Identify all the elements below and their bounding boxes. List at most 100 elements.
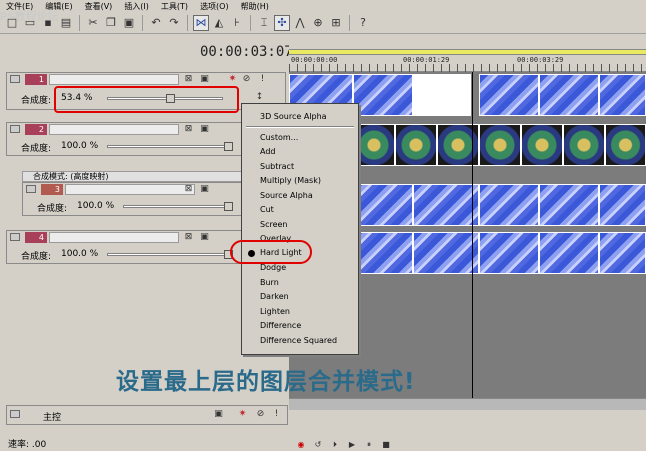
menu-item-burn[interactable]: Burn (260, 278, 279, 287)
copy-icon[interactable]: ❐ (103, 15, 119, 31)
compositing-icon[interactable]: ⊠ (183, 184, 194, 195)
menu-item-3d-source-alpha[interactable]: 3D Source Alpha (260, 112, 327, 121)
video-clip[interactable] (539, 232, 599, 274)
opacity-slider[interactable] (107, 142, 233, 151)
trim-icon[interactable]: ⌶ (256, 15, 272, 31)
video-clip[interactable] (413, 232, 479, 274)
record-icon[interactable]: ◉ (295, 440, 307, 450)
save-icon[interactable]: ▪ (40, 15, 56, 31)
menu-item-cut[interactable]: Cut (260, 205, 274, 214)
auto-ripple-icon[interactable]: ⊦ (229, 15, 245, 31)
track-grip-icon[interactable] (10, 233, 20, 241)
expand-icon[interactable]: ↕ (254, 92, 265, 103)
video-clip[interactable] (413, 74, 471, 116)
menu-item-dodge[interactable]: Dodge (260, 263, 286, 272)
video-clip[interactable] (353, 232, 413, 274)
opacity-slider[interactable] (107, 250, 233, 259)
track-grip-icon[interactable] (26, 185, 36, 193)
video-clip[interactable] (413, 184, 479, 226)
menu-item-darken[interactable]: Darken (260, 292, 289, 301)
menu-insert[interactable]: 插入(I) (124, 1, 149, 12)
solo-icon[interactable]: ! (257, 74, 268, 85)
video-clip[interactable] (353, 124, 395, 166)
video-clip[interactable] (605, 124, 646, 166)
play-from-start-icon[interactable]: ⏵ (329, 440, 341, 450)
scrub-icon[interactable]: ⊞ (328, 15, 344, 31)
marker-icon[interactable]: ◭ (211, 15, 227, 31)
compositing-icon[interactable]: ⊠ (183, 74, 194, 85)
video-clip[interactable] (599, 232, 646, 274)
solo-icon[interactable]: ! (271, 409, 282, 420)
snap-icon[interactable]: ⋈ (193, 14, 209, 31)
select-icon[interactable]: ✣ (274, 14, 290, 31)
gear-icon[interactable]: ✷ (227, 74, 238, 85)
track-name-field[interactable] (49, 232, 179, 243)
menu-item-source-alpha[interactable]: Source Alpha (260, 191, 313, 200)
cut-icon[interactable]: ✂ (85, 15, 101, 31)
video-clip[interactable] (563, 124, 605, 166)
mute-icon[interactable]: ⊘ (255, 409, 266, 420)
properties-icon[interactable]: ▤ (58, 15, 74, 31)
video-clip[interactable] (395, 124, 437, 166)
video-clip[interactable] (539, 184, 599, 226)
video-clip[interactable] (539, 74, 599, 116)
paste-icon[interactable]: ▣ (121, 15, 137, 31)
compositing-icon[interactable]: ⊠ (183, 124, 194, 135)
fx-icon[interactable]: ▣ (213, 409, 224, 420)
play-icon[interactable]: ▶ (346, 440, 358, 450)
menu-item-difference[interactable]: Difference (260, 321, 301, 330)
loop-icon[interactable]: ↺ (312, 440, 324, 450)
rate-control[interactable]: 速率: .00 (8, 437, 46, 450)
fx-icon[interactable]: ▣ (199, 232, 210, 243)
video-clip[interactable] (599, 184, 646, 226)
menu-tools[interactable]: 工具(T) (161, 1, 188, 12)
track-name-field[interactable] (65, 184, 195, 195)
video-clip[interactable] (479, 184, 539, 226)
menu-item-lighten[interactable]: Lighten (260, 307, 290, 316)
marker-bar[interactable] (289, 49, 646, 55)
video-clip[interactable] (353, 74, 413, 116)
menu-item-add[interactable]: Add (260, 147, 276, 156)
menu-item-difference-squared[interactable]: Difference Squared (260, 336, 337, 345)
menu-item-multiply[interactable]: Multiply (Mask) (260, 176, 321, 185)
compositing-icon[interactable]: ⊠ (183, 232, 194, 243)
opacity-slider[interactable] (123, 202, 233, 211)
timeline-scrollbar[interactable] (289, 398, 646, 410)
opacity-slider-thumb[interactable] (224, 142, 233, 151)
menu-view[interactable]: 查看(V) (85, 1, 113, 12)
envelope-icon[interactable]: ⋀ (292, 15, 308, 31)
stop-icon[interactable]: ■ (380, 440, 392, 450)
gear-icon[interactable]: ✷ (237, 409, 248, 420)
video-clip[interactable] (479, 74, 539, 116)
track-name-field[interactable] (49, 124, 179, 135)
timeline-ruler[interactable]: 00:00:00:00 00:00:01:29 00:00:03:29 (289, 34, 646, 72)
menu-item-subtract[interactable]: Subtract (260, 162, 294, 171)
open-icon[interactable]: ▭ (22, 15, 38, 31)
opacity-slider-thumb[interactable] (224, 202, 233, 211)
video-clip[interactable] (353, 184, 413, 226)
menu-options[interactable]: 选项(O) (200, 1, 229, 12)
redo-icon[interactable]: ↷ (166, 15, 182, 31)
mute-icon[interactable]: ⊘ (241, 74, 252, 85)
video-clip[interactable] (521, 124, 563, 166)
track-grip-icon[interactable] (10, 75, 20, 83)
video-clip[interactable] (479, 124, 521, 166)
undo-icon[interactable]: ↶ (148, 15, 164, 31)
menu-item-custom[interactable]: Custom... (260, 133, 298, 142)
video-clip[interactable] (599, 74, 646, 116)
help-icon[interactable]: ? (355, 15, 371, 31)
video-clip[interactable] (479, 232, 539, 274)
track-number: 2 (25, 124, 47, 135)
fx-icon[interactable]: ▣ (199, 124, 210, 135)
fx-icon[interactable]: ▣ (199, 184, 210, 195)
track-grip-icon[interactable] (10, 125, 20, 133)
track-name-field[interactable] (49, 74, 179, 85)
pause-icon[interactable]: ⏸ (363, 440, 375, 450)
fx-icon[interactable]: ▣ (199, 74, 210, 85)
track-grip-icon[interactable] (10, 410, 20, 418)
zoom-icon[interactable]: ⊕ (310, 15, 326, 31)
menu-help[interactable]: 帮助(H) (241, 1, 269, 12)
menu-item-screen[interactable]: Screen (260, 220, 288, 229)
playhead-cursor[interactable] (472, 72, 473, 399)
new-icon[interactable]: □ (4, 15, 20, 31)
